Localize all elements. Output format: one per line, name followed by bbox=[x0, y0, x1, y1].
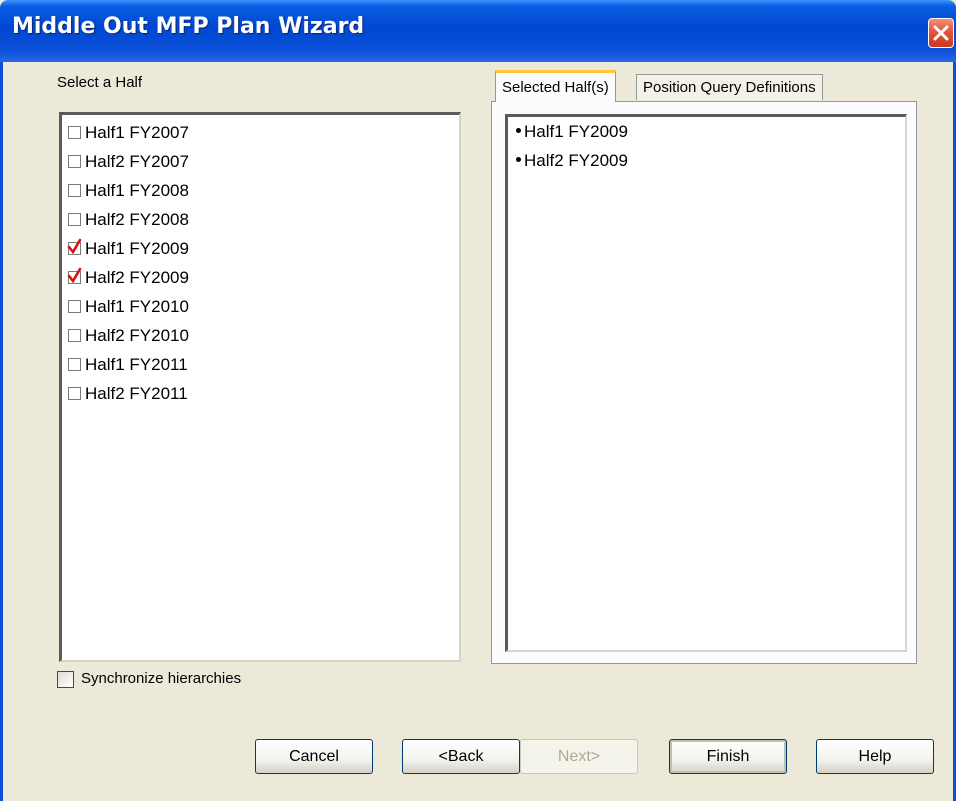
window-title: Middle Out MFP Plan Wizard bbox=[12, 14, 365, 39]
list-item-label: Half1 FY2008 bbox=[85, 181, 189, 200]
checkbox[interactable] bbox=[67, 238, 82, 255]
list-item[interactable]: Half1 FY2011 bbox=[68, 353, 188, 377]
synchronize-hierarchies-label[interactable]: Synchronize hierarchies bbox=[81, 670, 241, 687]
list-item[interactable]: Half1 FY2009 bbox=[516, 119, 628, 145]
list-item-label: Half2 FY2009 bbox=[524, 151, 628, 170]
list-item-label: Half2 FY2010 bbox=[85, 326, 189, 345]
list-item-label: Half2 FY2008 bbox=[85, 210, 189, 229]
list-item[interactable]: Half1 FY2010 bbox=[68, 295, 189, 319]
checkmark-icon bbox=[67, 267, 82, 283]
tab-position-query-definitions[interactable]: Position Query Definitions bbox=[636, 74, 823, 100]
checkbox[interactable] bbox=[68, 300, 81, 313]
list-item-label: Half2 FY2009 bbox=[85, 268, 189, 287]
cancel-button[interactable]: Cancel bbox=[255, 739, 373, 774]
list-item-label: Half1 FY2009 bbox=[85, 239, 189, 258]
tab-selected-halves[interactable]: Selected Half(s) bbox=[495, 70, 616, 102]
close-button[interactable] bbox=[928, 18, 954, 48]
bullet-icon bbox=[516, 157, 521, 163]
synchronize-hierarchies-checkbox[interactable] bbox=[57, 671, 74, 688]
select-half-label: Select a Half bbox=[57, 74, 143, 91]
half-checklist[interactable]: Half1 FY2007 Half2 FY2007 Half1 FY2008 H… bbox=[59, 112, 461, 662]
next-button: Next> bbox=[520, 739, 638, 774]
finish-button[interactable]: Finish bbox=[669, 739, 787, 774]
list-item[interactable]: Half1 FY2008 bbox=[68, 179, 189, 203]
checkbox[interactable] bbox=[68, 155, 81, 168]
selected-halves-list[interactable]: Half1 FY2009 Half2 FY2009 bbox=[505, 114, 907, 652]
list-item[interactable]: Half2 FY2011 bbox=[68, 382, 188, 406]
list-item[interactable]: Half1 FY2007 bbox=[68, 121, 189, 145]
close-icon bbox=[933, 25, 949, 41]
list-item[interactable]: Half2 FY2010 bbox=[68, 324, 189, 348]
checkbox[interactable] bbox=[68, 329, 81, 342]
checkbox[interactable] bbox=[68, 387, 81, 400]
list-item[interactable]: Half2 FY2009 bbox=[67, 266, 189, 290]
list-item-label: Half1 FY2007 bbox=[85, 123, 189, 142]
list-item[interactable]: Half2 FY2008 bbox=[68, 208, 189, 232]
help-button[interactable]: Help bbox=[816, 739, 934, 774]
list-item-label: Half2 FY2011 bbox=[85, 384, 188, 403]
bullet-icon bbox=[516, 128, 521, 134]
checkbox[interactable] bbox=[68, 126, 81, 139]
list-item[interactable]: Half1 FY2009 bbox=[67, 237, 189, 261]
checkbox[interactable] bbox=[68, 358, 81, 371]
title-bar: Middle Out MFP Plan Wizard bbox=[0, 0, 956, 62]
list-item-label: Half1 FY2009 bbox=[524, 122, 628, 141]
checkbox[interactable] bbox=[68, 213, 81, 226]
window-border-left bbox=[0, 62, 3, 801]
list-item[interactable]: Half2 FY2009 bbox=[516, 148, 628, 174]
checkmark-icon bbox=[67, 238, 82, 254]
list-item-label: Half2 FY2007 bbox=[85, 152, 189, 171]
tab-strip: Position Query Definitions Selected Half… bbox=[491, 70, 921, 102]
list-item[interactable]: Half2 FY2007 bbox=[68, 150, 189, 174]
list-item-label: Half1 FY2010 bbox=[85, 297, 189, 316]
back-button[interactable]: <Back bbox=[402, 739, 520, 774]
checkbox[interactable] bbox=[67, 267, 82, 284]
checkbox[interactable] bbox=[68, 184, 81, 197]
list-item-label: Half1 FY2011 bbox=[85, 355, 188, 374]
